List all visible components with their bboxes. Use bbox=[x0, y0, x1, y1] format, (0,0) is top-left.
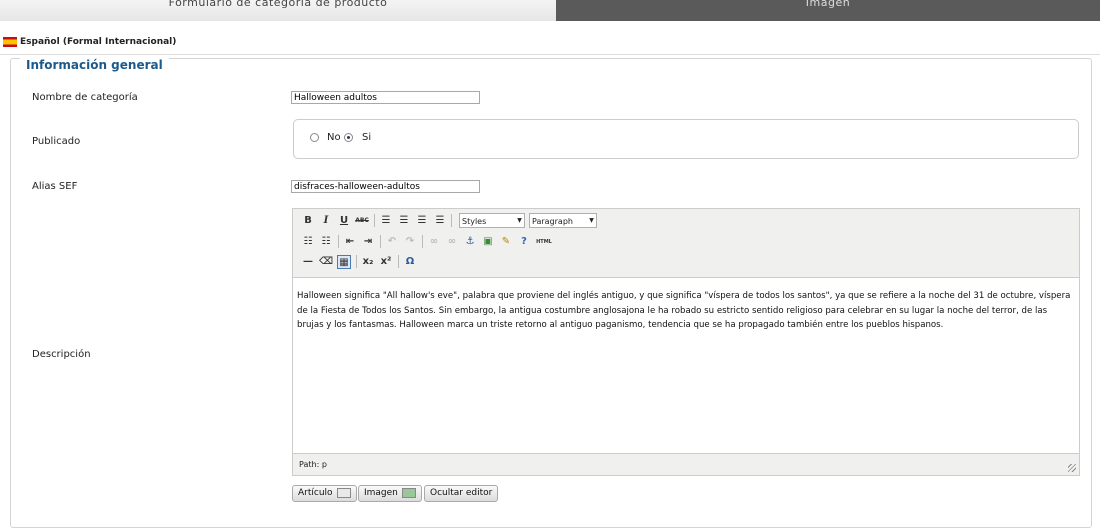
category-name-input[interactable] bbox=[291, 91, 480, 104]
align-center-icon[interactable]: ☰ bbox=[397, 214, 411, 228]
toolbar-separator bbox=[380, 235, 381, 248]
bullet-list-icon[interactable]: ☷ bbox=[301, 235, 315, 249]
redo-icon[interactable]: ↷ bbox=[403, 235, 417, 249]
published-yes-radio[interactable] bbox=[344, 133, 353, 142]
subscript-button[interactable]: x₂ bbox=[361, 255, 375, 269]
description-label: Descripción bbox=[32, 349, 91, 360]
language-label: Español (Formal Internacional) bbox=[20, 37, 177, 47]
align-justify-icon[interactable]: ☰ bbox=[433, 214, 447, 228]
toolbar-separator bbox=[356, 255, 357, 268]
tab-category-form[interactable]: Formulario de categoría de producto bbox=[0, 0, 556, 21]
format-select[interactable]: Paragraph ▼ bbox=[529, 213, 597, 228]
link-icon[interactable]: ∞ bbox=[427, 235, 441, 249]
toolbar-separator bbox=[398, 255, 399, 268]
published-label: Publicado bbox=[32, 136, 81, 147]
visual-aid-icon[interactable]: ▦ bbox=[337, 255, 351, 269]
toolbar-separator bbox=[451, 214, 452, 227]
article-button[interactable]: Artículo bbox=[292, 485, 357, 502]
styles-select-value: Styles bbox=[462, 217, 487, 226]
sef-alias-label: Alias SEF bbox=[32, 181, 78, 192]
editor-content[interactable]: Halloween significa "All hallow's eve", … bbox=[293, 277, 1079, 453]
spain-flag-icon bbox=[3, 37, 17, 47]
chevron-down-icon: ▼ bbox=[589, 217, 594, 224]
html-source-button[interactable]: HTML bbox=[535, 235, 553, 249]
section-legend: Información general bbox=[20, 58, 169, 72]
image-icon bbox=[401, 487, 416, 498]
published-no-radio[interactable] bbox=[310, 133, 319, 142]
cleanup-icon[interactable]: ✎ bbox=[499, 235, 513, 249]
editor-path: Path: p bbox=[299, 460, 327, 469]
italic-button[interactable]: I bbox=[319, 214, 333, 228]
rich-text-editor: B I U ABC ☰ ☰ ☰ ☰ Styles ▼ Paragraph ▼ ☷ ☷… bbox=[292, 208, 1080, 476]
chevron-down-icon: ▼ bbox=[517, 217, 522, 224]
format-select-value: Paragraph bbox=[532, 217, 573, 226]
article-button-label: Artículo bbox=[298, 488, 333, 498]
tab-image[interactable]: Imagen bbox=[556, 0, 1100, 21]
published-no-label: No bbox=[327, 132, 341, 143]
resize-handle-icon[interactable] bbox=[1068, 464, 1076, 472]
superscript-button[interactable]: x² bbox=[379, 255, 393, 269]
align-left-icon[interactable]: ☰ bbox=[379, 214, 393, 228]
remove-format-icon[interactable]: ⌫ bbox=[319, 255, 333, 269]
published-yes-label: Si bbox=[362, 132, 372, 143]
toolbar-separator bbox=[422, 235, 423, 248]
editor-toolbar: B I U ABC ☰ ☰ ☰ ☰ Styles ▼ Paragraph ▼ ☷ ☷… bbox=[293, 209, 1079, 278]
underline-button[interactable]: U bbox=[337, 214, 351, 228]
anchor-icon[interactable]: ⚓ bbox=[463, 235, 477, 249]
category-name-label: Nombre de categoría bbox=[32, 92, 138, 103]
image-button[interactable]: Imagen bbox=[358, 485, 422, 502]
language-indicator: Español (Formal Internacional) bbox=[3, 37, 176, 47]
published-radio-group bbox=[293, 119, 1079, 159]
numbered-list-icon[interactable]: ☷ bbox=[319, 235, 333, 249]
indent-icon[interactable]: ⇥ bbox=[361, 235, 375, 249]
undo-icon[interactable]: ↶ bbox=[385, 235, 399, 249]
unlink-icon[interactable]: ∞ bbox=[445, 235, 459, 249]
outdent-icon[interactable]: ⇤ bbox=[343, 235, 357, 249]
article-icon bbox=[336, 487, 351, 498]
hide-editor-button[interactable]: Ocultar editor bbox=[424, 485, 499, 502]
divider bbox=[0, 54, 1100, 55]
strikethrough-button[interactable]: ABC bbox=[355, 214, 369, 228]
styles-select[interactable]: Styles ▼ bbox=[459, 213, 525, 228]
horizontal-rule-icon[interactable]: — bbox=[301, 255, 315, 269]
editor-statusbar: Path: p bbox=[293, 453, 1079, 475]
special-character-button[interactable]: Ω bbox=[403, 255, 417, 269]
bold-button[interactable]: B bbox=[301, 214, 315, 228]
sef-alias-input[interactable] bbox=[291, 180, 480, 193]
align-right-icon[interactable]: ☰ bbox=[415, 214, 429, 228]
help-icon[interactable]: ? bbox=[517, 235, 531, 249]
toolbar-separator bbox=[338, 235, 339, 248]
toolbar-separator bbox=[374, 214, 375, 227]
tab-bar: Formulario de categoría de producto Imag… bbox=[0, 0, 1100, 21]
image-icon[interactable]: ▣ bbox=[481, 235, 495, 249]
image-button-label: Imagen bbox=[364, 488, 398, 498]
